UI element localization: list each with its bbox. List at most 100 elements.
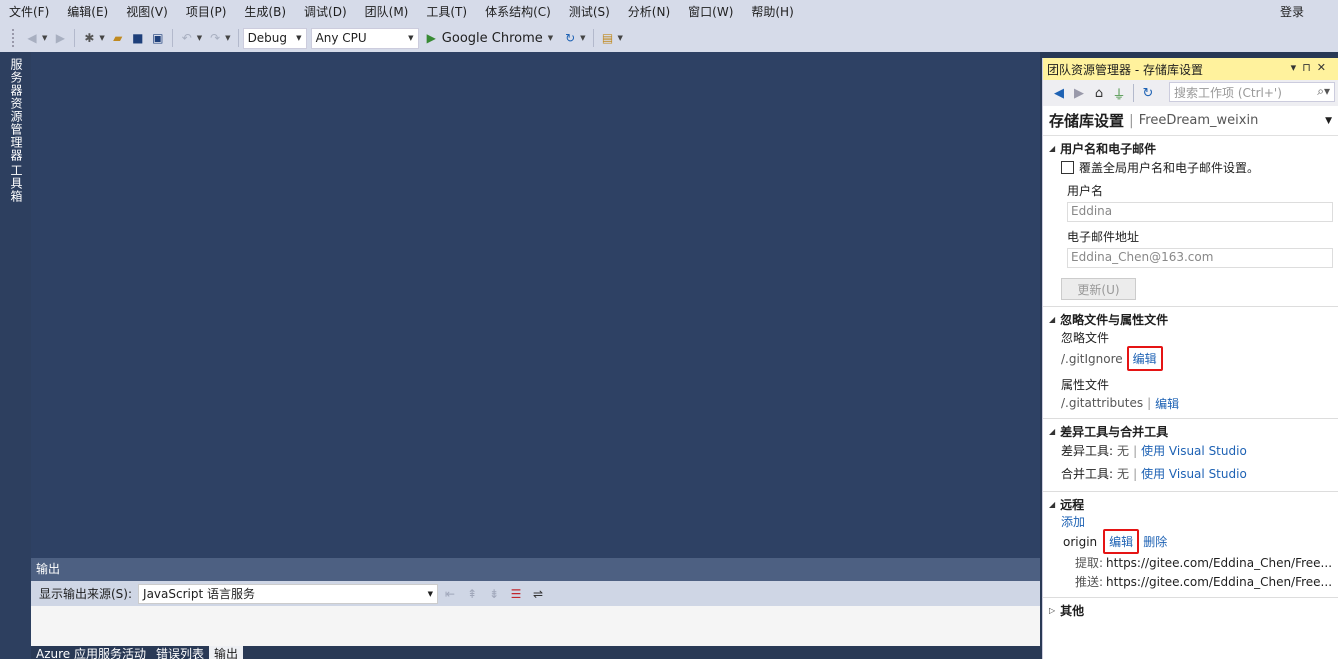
output-window: 输出 显示输出来源(S): JavaScript 语言服务 ▼ ⇤ ⇞ ⇟ ☰ ⇌ xyxy=(31,558,1040,646)
diff-tool-row: 差异工具: 无 | 使用 Visual Studio xyxy=(1061,442,1247,459)
tab-output[interactable]: 输出 xyxy=(209,646,244,659)
chevron-down-icon: ▼ xyxy=(547,34,554,42)
output-title: 输出 xyxy=(31,558,1040,581)
chevron-down-icon[interactable]: ▼ xyxy=(42,34,47,42)
edit-attributes-link[interactable]: 编辑 xyxy=(1155,395,1179,412)
chevron-down-icon[interactable]: ▼ xyxy=(197,34,202,42)
menu-project[interactable]: 项目(P) xyxy=(177,0,236,24)
edit-remote-link[interactable]: 编辑 xyxy=(1109,535,1133,549)
tab-error-list[interactable]: 错误列表 xyxy=(151,646,209,659)
collapse-triangle-icon: ◢ xyxy=(1049,143,1056,153)
menu-tools[interactable]: 工具(T) xyxy=(417,0,476,24)
platform-select[interactable]: Any CPU ▼ xyxy=(310,27,419,49)
output-toolbar: 显示输出来源(S): JavaScript 语言服务 ▼ ⇤ ⇞ ⇟ ☰ ⇌ xyxy=(31,581,1040,606)
forward-icon[interactable]: ▶ xyxy=(1069,83,1089,103)
chevron-down-icon[interactable]: ▼ xyxy=(580,34,585,42)
server-explorer-tab[interactable]: 服务器资源管理器 xyxy=(8,58,25,162)
save-icon[interactable]: ■ xyxy=(128,28,148,48)
menu-help[interactable]: 帮助(H) xyxy=(742,0,802,24)
menu-debug[interactable]: 调试(D) xyxy=(295,0,356,24)
menu-test[interactable]: 测试(S) xyxy=(560,0,619,24)
connect-icon[interactable]: ⏚ xyxy=(1109,83,1129,103)
section-header[interactable]: ◢ 远程 xyxy=(1043,496,1338,512)
override-global-checkbox[interactable] xyxy=(1061,161,1074,174)
email-field[interactable]: Eddina_Chen@163.com xyxy=(1067,248,1333,268)
toolbox-tab[interactable]: 工具箱 xyxy=(8,164,25,203)
menu-window[interactable]: 窗口(W) xyxy=(679,0,742,24)
left-tool-strip: 服务器资源管理器 工具箱 xyxy=(0,52,31,659)
next-message-icon[interactable]: ⇟ xyxy=(484,587,504,601)
delete-remote-link[interactable]: 删除 xyxy=(1143,533,1167,550)
divider: | xyxy=(1147,396,1152,410)
username-field[interactable]: Eddina xyxy=(1067,202,1333,222)
toolbar-divider xyxy=(237,29,239,47)
prev-message-icon[interactable]: ⇞ xyxy=(462,587,482,601)
refresh-icon[interactable]: ↻ xyxy=(560,28,580,48)
section-header[interactable]: ◢ 忽略文件与属性文件 xyxy=(1043,311,1338,327)
repo-name: FreeDream_weixin xyxy=(1138,113,1259,128)
standard-toolbar: ◀ ▼ ▶ ✱ ▼ ▰ ■ ▣ ↶ ▼ ↷ ▼ Debug ▼ Any CPU ▼ … xyxy=(0,24,1338,52)
play-icon: ▶ xyxy=(426,31,436,45)
save-all-icon[interactable]: ▣ xyxy=(148,28,168,48)
login-link[interactable]: 登录 xyxy=(1280,0,1304,24)
start-debug-button[interactable]: ▶ Google Chrome ▼ xyxy=(423,27,561,49)
forward-icon[interactable]: ▶ xyxy=(50,28,70,48)
search-icon[interactable]: ⌕▾ xyxy=(1317,84,1330,100)
refresh-icon[interactable]: ↻ xyxy=(1138,83,1158,103)
section-header[interactable]: ◢ 用户名和电子邮件 xyxy=(1043,140,1338,156)
chevron-down-icon[interactable]: ▼ xyxy=(1325,116,1332,126)
toolbar-divider xyxy=(592,29,594,47)
attr-file-label: 属性文件 xyxy=(1061,377,1110,392)
page-title: 存储库设置 xyxy=(1049,112,1125,130)
menu-analyze[interactable]: 分析(N) xyxy=(619,0,679,24)
panel-title-bar: 团队资源管理器 - 存储库设置 ▾⊓✕ xyxy=(1043,58,1338,80)
add-remote-row: 添加 xyxy=(1043,512,1338,530)
redo-icon[interactable]: ↷ xyxy=(205,28,225,48)
output-source-select[interactable]: JavaScript 语言服务 ▼ xyxy=(138,583,439,604)
toolbar-grip[interactable] xyxy=(12,29,16,47)
menu-file[interactable]: 文件(F) xyxy=(0,0,58,24)
output-text-area[interactable] xyxy=(31,606,1040,646)
toolbar-divider xyxy=(74,29,76,47)
home-icon[interactable]: ⌂ xyxy=(1089,83,1109,103)
header-divider: | xyxy=(1129,112,1134,129)
solution-config-select[interactable]: Debug ▼ xyxy=(242,27,307,49)
override-global-row[interactable]: 覆盖全局用户名和电子邮件设置。 xyxy=(1043,156,1338,179)
use-vs-merge-link[interactable]: 使用 Visual Studio xyxy=(1141,465,1247,482)
divider: | xyxy=(1133,443,1138,458)
bottom-tab-strip: Azure 应用服务活动 错误列表 输出 xyxy=(31,646,1040,659)
section-header[interactable]: ▷ 其他 xyxy=(1043,602,1338,618)
section-header[interactable]: ◢ 差异工具与合并工具 xyxy=(1043,423,1338,439)
word-wrap-icon[interactable]: ⇌ xyxy=(528,587,548,601)
back-icon[interactable]: ◀ xyxy=(1049,83,1069,103)
toolbar-divider xyxy=(1133,84,1134,102)
username-label: 用户名 xyxy=(1067,184,1104,198)
find-icon[interactable]: ▤ xyxy=(598,28,618,48)
menu-build[interactable]: 生成(B) xyxy=(235,0,295,24)
edit-ignore-link[interactable]: 编辑 xyxy=(1133,352,1157,366)
chevron-down-icon[interactable]: ▼ xyxy=(225,34,230,42)
undo-icon[interactable]: ↶ xyxy=(177,28,197,48)
use-vs-diff-link[interactable]: 使用 Visual Studio xyxy=(1141,442,1247,459)
goto-location-icon[interactable]: ⇤ xyxy=(440,587,460,601)
remote-name: origin xyxy=(1063,534,1098,549)
panel-window-buttons[interactable]: ▾⊓✕ xyxy=(1291,61,1332,74)
menu-team[interactable]: 团队(M) xyxy=(356,0,418,24)
update-button[interactable]: 更新(U) xyxy=(1061,278,1136,300)
open-folder-icon[interactable]: ▰ xyxy=(108,28,128,48)
new-project-icon[interactable]: ✱ xyxy=(79,28,99,48)
menu-edit[interactable]: 编辑(E) xyxy=(58,0,117,24)
back-icon[interactable]: ◀ xyxy=(22,28,42,48)
ignore-file-label: 忽略文件 xyxy=(1061,330,1110,345)
chevron-down-icon: ▼ xyxy=(296,34,302,42)
menu-view[interactable]: 视图(V) xyxy=(117,0,177,24)
menu-architecture[interactable]: 体系结构(C) xyxy=(476,0,560,24)
add-remote-link[interactable]: 添加 xyxy=(1061,513,1085,530)
ignore-attributes-section: ◢ 忽略文件与属性文件 忽略文件 /.gitIgnore 编辑 属性文件 /.g… xyxy=(1043,307,1338,419)
tab-azure-activity[interactable]: Azure 应用服务活动 xyxy=(31,646,151,659)
work-item-search-input[interactable]: 搜索工作项 (Ctrl+') ⌕▾ xyxy=(1169,82,1335,102)
push-url-row: 推送: https://gitee.com/Eddina_Chen/Free..… xyxy=(1075,574,1333,590)
clear-all-icon[interactable]: ☰ xyxy=(506,587,526,601)
chevron-down-icon[interactable]: ▼ xyxy=(99,34,104,42)
toolbar-overflow-icon[interactable]: ▼ xyxy=(618,34,623,42)
